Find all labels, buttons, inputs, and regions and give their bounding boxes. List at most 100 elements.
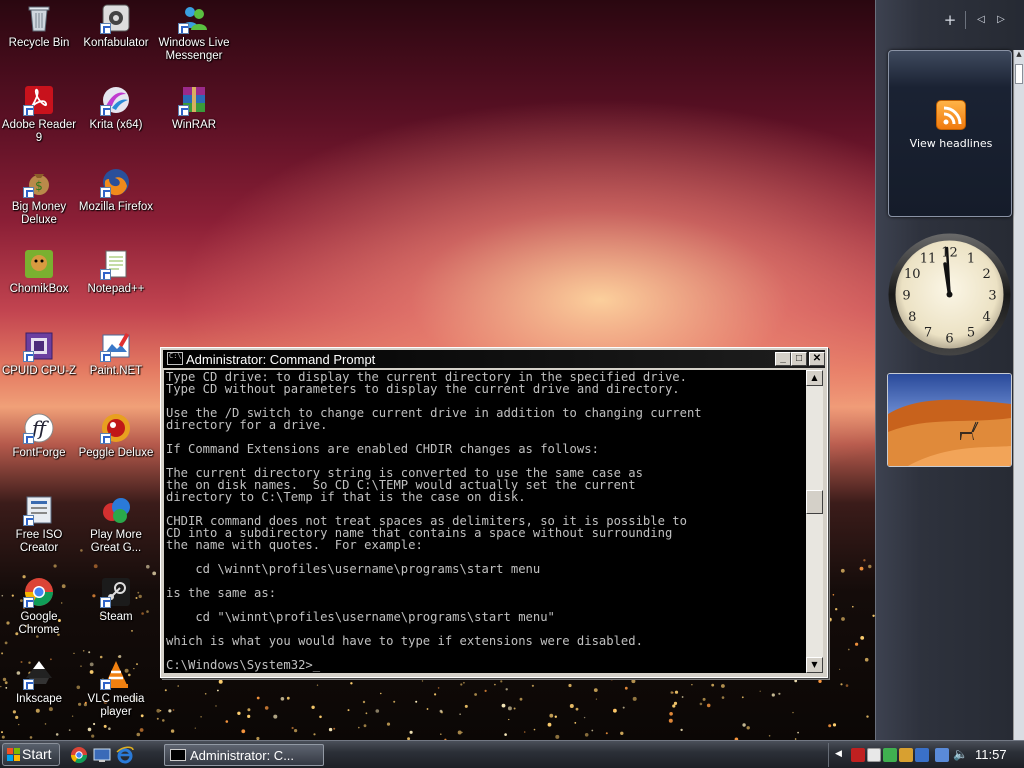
- desktop-icon-play-more-games[interactable]: Play More Great G...: [77, 494, 155, 555]
- desktop-icon-label: Inkscape: [15, 693, 63, 705]
- tray-app-icon[interactable]: [867, 748, 881, 762]
- desktop-icon-chomikbox[interactable]: ChomikBox: [0, 248, 78, 296]
- minimize-button[interactable]: _: [775, 352, 791, 366]
- show-hidden-icons-chevron-icon[interactable]: ◀: [835, 749, 849, 763]
- tray-app-icon[interactable]: [899, 748, 913, 762]
- desktop-icon-cpuz[interactable]: CPUID CPU-Z: [0, 330, 78, 378]
- desktop-icon-peggle[interactable]: Peggle Deluxe: [77, 412, 155, 460]
- city-light: [168, 709, 172, 713]
- desktop-icon-konfabulator[interactable]: Konfabulator: [77, 2, 155, 50]
- city-light: [363, 724, 367, 728]
- desktop-icon-big-money[interactable]: $ Big Money Deluxe: [0, 166, 78, 227]
- clock-gadget[interactable]: 12 1 2 3 4 5 6 7 8 9 10 11: [887, 232, 1012, 357]
- close-button[interactable]: ✕: [809, 352, 825, 366]
- firefox-icon: [100, 166, 132, 198]
- add-gadget-button[interactable]: +: [942, 11, 958, 29]
- feed-headlines-gadget[interactable]: View headlines: [888, 50, 1012, 217]
- scroll-up-arrow-icon[interactable]: ▲: [1015, 50, 1023, 62]
- city-light: [575, 707, 579, 711]
- city-light: [828, 724, 832, 728]
- city-light: [464, 704, 468, 708]
- city-light: [859, 566, 864, 571]
- sidebar-scrollbar[interactable]: ▲: [1013, 50, 1024, 740]
- desktop[interactable]: Recycle Bin Adobe Reader 9 $ Big Money D…: [0, 0, 875, 740]
- desktop-icon-krita[interactable]: Krita (x64): [77, 84, 155, 132]
- show-desktop-icon[interactable]: [93, 746, 111, 764]
- city-light: [605, 732, 608, 735]
- city-light: [286, 696, 290, 700]
- city-light: [316, 684, 319, 686]
- scroll-up-arrow-icon[interactable]: ▲: [806, 370, 823, 386]
- desktop-icon-steam[interactable]: Steam: [77, 576, 155, 624]
- console-line: directory to C:\Temp if that is the case…: [166, 490, 526, 504]
- city-light: [333, 727, 336, 730]
- city-light: [358, 726, 360, 729]
- desktop-icon-label: Steam: [99, 611, 133, 623]
- scroll-thumb[interactable]: [806, 490, 823, 514]
- console-line: is the same as:: [166, 586, 277, 600]
- clock-time[interactable]: 11:57: [975, 747, 1007, 762]
- maximize-button[interactable]: □: [791, 352, 807, 366]
- desktop-icon-fontforge[interactable]: ff FontForge: [0, 412, 78, 460]
- desktop-icon-google-chrome[interactable]: Google Chrome: [0, 576, 78, 637]
- city-light: [778, 692, 781, 695]
- tray-app-icon[interactable]: [883, 748, 897, 762]
- city-light: [742, 723, 746, 727]
- city-light: [53, 564, 57, 568]
- city-light: [194, 727, 196, 729]
- desktop-icon-recycle-bin[interactable]: Recycle Bin: [0, 2, 78, 50]
- desktop-icon-winrar[interactable]: WinRAR: [155, 84, 233, 132]
- tray-app-icon[interactable]: [915, 748, 929, 762]
- city-light: [1, 731, 3, 734]
- city-light: [15, 715, 19, 719]
- internet-explorer-icon[interactable]: [116, 746, 134, 764]
- city-light: [632, 696, 637, 701]
- city-light: [852, 605, 854, 608]
- city-light: [440, 733, 442, 735]
- clock-face: 12 12 3 45678 9 1011: [888, 233, 1011, 356]
- desktop-icon-adobe-reader[interactable]: Adobe Reader 9: [0, 84, 78, 145]
- city-light: [624, 686, 628, 690]
- window-title-bar[interactable]: Administrator: Command Prompt _ □ ✕: [163, 350, 825, 368]
- scroll-thumb[interactable]: [1015, 64, 1023, 84]
- console-output[interactable]: Type CD drive: to display the current di…: [164, 370, 806, 673]
- next-page-button[interactable]: ▷: [993, 14, 1009, 25]
- svg-text:$: $: [35, 179, 43, 193]
- city-light: [426, 708, 429, 710]
- desktop-icon-firefox[interactable]: Mozilla Firefox: [77, 166, 155, 214]
- city-light: [55, 733, 59, 736]
- taskbar-button-label: Administrator: C...: [190, 748, 295, 763]
- desktop-icon-paint-net[interactable]: Paint.NET: [77, 330, 155, 378]
- desktop-icon-label: Big Money Deluxe: [11, 201, 67, 226]
- view-headlines-label[interactable]: View headlines: [889, 137, 1013, 150]
- desktop-icon-inkscape[interactable]: Inkscape: [0, 658, 78, 706]
- taskbar-button-command-prompt[interactable]: Administrator: C...: [164, 744, 324, 766]
- city-light: [280, 697, 285, 701]
- desktop-icon-label: Recycle Bin: [8, 37, 70, 49]
- city-light: [668, 718, 673, 723]
- desktop-icon-notepadpp[interactable]: Notepad++: [77, 248, 155, 296]
- chomikbox-icon: [23, 248, 55, 280]
- command-prompt-window[interactable]: Administrator: Command Prompt _ □ ✕ Type…: [160, 347, 828, 678]
- start-button[interactable]: Start: [2, 743, 60, 766]
- console-line: cd "\winnt\profiles\username\programs\st…: [166, 610, 555, 624]
- desktop-icon-vlc[interactable]: VLC media player: [77, 658, 155, 719]
- city-light: [832, 723, 837, 727]
- city-light: [672, 691, 674, 694]
- network-icon[interactable]: [935, 748, 949, 762]
- desktop-icon-free-iso[interactable]: Free ISO Creator: [0, 494, 78, 555]
- clock-numeral: 12: [941, 246, 958, 261]
- city-light: [711, 683, 715, 687]
- slideshow-gadget[interactable]: [887, 373, 1012, 467]
- city-light: [35, 708, 40, 713]
- city-light: [839, 668, 841, 670]
- previous-page-button[interactable]: ◁: [973, 14, 989, 25]
- chrome-quicklaunch-icon[interactable]: [70, 746, 88, 764]
- scroll-down-arrow-icon[interactable]: ▼: [806, 657, 823, 673]
- windows-flag-icon: [7, 748, 20, 761]
- city-light: [386, 722, 391, 726]
- volume-icon[interactable]: 🔈: [953, 747, 968, 761]
- desktop-icon-windows-live-messenger[interactable]: Windows Live Messenger: [155, 2, 233, 63]
- antivirus-shield-icon[interactable]: [851, 748, 865, 762]
- vertical-scrollbar[interactable]: ▲ ▼: [806, 370, 823, 673]
